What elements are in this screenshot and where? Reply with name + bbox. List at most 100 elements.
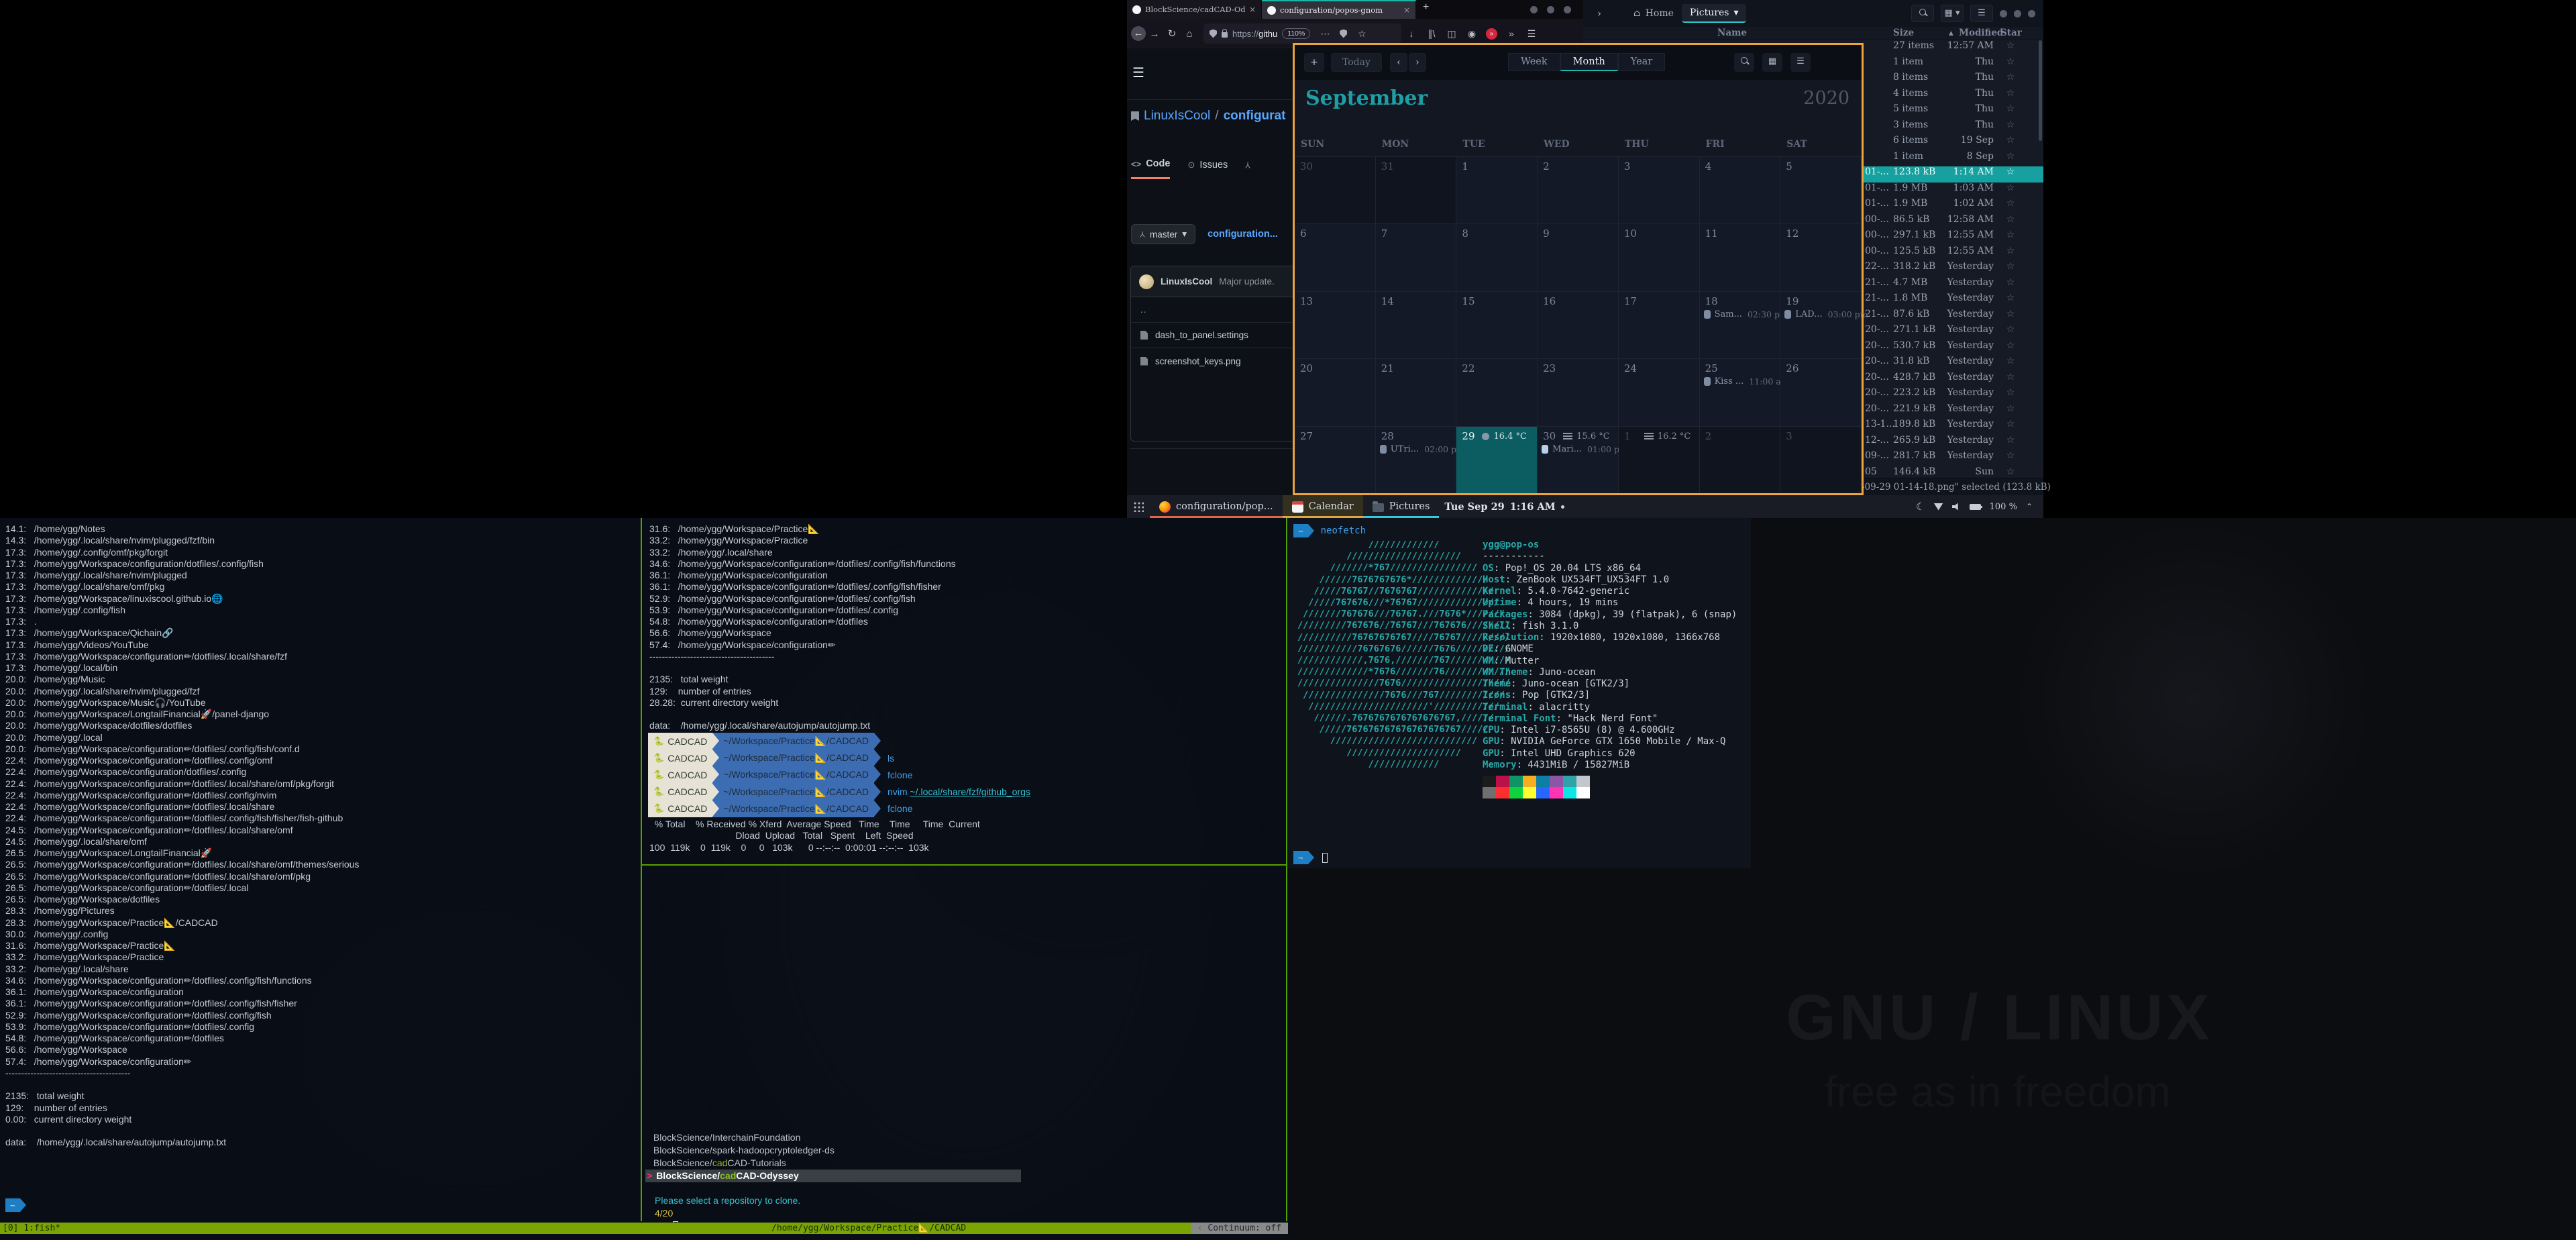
sidebar-icon[interactable]: ◫	[1442, 28, 1462, 40]
fzf-item[interactable]: >BlockScience/cadCAD-Odyssey	[645, 1170, 1021, 1182]
calendar-day-cell[interactable]: 12	[1780, 223, 1862, 291]
column-size[interactable]: Size	[1893, 28, 1914, 38]
star-icon[interactable]: ☆	[2004, 183, 2017, 193]
calendar-day-cell[interactable]: 9	[1538, 223, 1619, 291]
tracking-shield-icon[interactable]	[1210, 30, 1217, 38]
calendar-day-cell[interactable]: 22	[1456, 358, 1538, 425]
calendar-day-cell[interactable]: 2916.4 °C	[1456, 426, 1538, 493]
star-icon[interactable]: ☆	[2004, 72, 2017, 83]
repo-owner-link[interactable]: LinuxIsCool	[1144, 109, 1210, 123]
system-tray[interactable]: ☾ 100 % ⌃	[1916, 495, 2043, 518]
fzf-item[interactable]: BlockScience/cadCAD-Tutorials	[645, 1157, 1021, 1170]
tmux-session-window[interactable]: [0] 1:fish*	[3, 1223, 60, 1234]
calendar-day-cell[interactable]: 14	[1376, 291, 1457, 358]
calendar-day-cell[interactable]: 17	[1619, 291, 1700, 358]
star-icon[interactable]: ☆	[2004, 277, 2017, 288]
taskbar-item-calendar[interactable]: Calendar	[1283, 495, 1363, 518]
calendar-day-cell[interactable]: 8	[1456, 223, 1538, 291]
star-icon[interactable]: ☆	[2004, 466, 2017, 477]
star-icon[interactable]: ☆	[2004, 340, 2017, 351]
file-link[interactable]: screenshot_keys.png	[1155, 356, 1241, 366]
close-tab-icon[interactable]: ×	[1249, 5, 1256, 14]
overflow-icon[interactable]: »	[1501, 28, 1521, 39]
star-icon[interactable]: ☆	[2004, 166, 2017, 177]
taskbar-item-pictures[interactable]: Pictures	[1363, 495, 1440, 518]
calendar-day-cell[interactable]: 26	[1780, 358, 1862, 425]
zoom-level-badge[interactable]: 110%	[1282, 28, 1310, 39]
calendar-day-cell[interactable]: 18Sam...02:30 pm	[1700, 291, 1781, 358]
calendar-day-cell[interactable]: 23	[1538, 358, 1619, 425]
browser-tab-configuration[interactable]: configuration/popos-gnom ×	[1262, 0, 1416, 19]
tmux-pane-border[interactable]	[642, 864, 1287, 866]
calendar-day-cell[interactable]: 25Kiss ...11:00 am	[1700, 358, 1781, 425]
star-icon[interactable]: ☆	[2004, 435, 2017, 446]
star-icon[interactable]: ☆	[2004, 40, 2017, 51]
calendar-day-cell[interactable]: 3	[1780, 426, 1862, 493]
calendar-day-cell[interactable]: 21	[1376, 358, 1457, 425]
permissions-icon[interactable]	[1340, 30, 1347, 38]
maximize-button[interactable]	[2014, 10, 2021, 17]
calendar-day-cell[interactable]: 11	[1700, 223, 1781, 291]
scrollbar[interactable]	[2039, 40, 2042, 141]
extension-icon[interactable]: »	[1486, 28, 1497, 40]
star-icon[interactable]: ☆	[2004, 450, 2017, 461]
star-icon[interactable]: ☆	[2004, 387, 2017, 398]
calendar-event[interactable]: UTri...02:00 pm	[1380, 444, 1454, 454]
column-name[interactable]: Name	[1717, 28, 1747, 38]
calendar-day-cell[interactable]: 31	[1376, 156, 1457, 223]
neofetch-terminal-window[interactable]: ~ neofetch ///////////// ///////////////…	[1288, 518, 1751, 868]
branch-selector-button[interactable]: Y master ▾	[1131, 224, 1195, 244]
taskbar-item-configuration-pop-[interactable]: configuration/pop...	[1150, 495, 1283, 518]
star-icon[interactable]: ☆	[2004, 103, 2017, 114]
star-icon[interactable]: ☆	[2004, 403, 2017, 414]
calendar-day-cell[interactable]: 27	[1295, 426, 1376, 493]
minimize-button[interactable]	[1808, 57, 1817, 66]
calendar-day-cell[interactable]: 28UTri...02:00 pm	[1376, 426, 1457, 493]
next-month-button[interactable]: ›	[1409, 53, 1426, 72]
downloads-icon[interactable]: ↓	[1401, 28, 1421, 39]
home-button[interactable]: ⌂	[1181, 28, 1198, 40]
menu-button[interactable]: ☰	[1970, 5, 1993, 22]
maximize-button[interactable]	[1547, 6, 1554, 13]
column-star[interactable]: Star	[2000, 28, 2022, 38]
updir-link[interactable]: ..	[1140, 305, 1147, 315]
view-tab-year[interactable]: Year	[1618, 53, 1665, 71]
calendar-day-cell[interactable]: 30	[1295, 156, 1376, 223]
view-toggle-button[interactable]: ▦ ▾	[1941, 5, 1964, 22]
breadcrumb-pictures[interactable]: Pictures ▾	[1682, 4, 1747, 23]
calendar-day-cell[interactable]: 20	[1295, 358, 1376, 425]
breadcrumb-home[interactable]: ⌂ Home	[1625, 5, 1682, 22]
calendar-day-cell[interactable]: 24	[1619, 358, 1700, 425]
calendar-day-cell[interactable]: 6	[1295, 223, 1376, 291]
month-grid-button[interactable]: ▦	[1762, 53, 1782, 72]
star-icon[interactable]: ☆	[2004, 419, 2017, 429]
commit-author[interactable]: LinuxIsCool	[1161, 276, 1212, 287]
maximize-button[interactable]	[1825, 57, 1834, 66]
prev-month-button[interactable]: ‹	[1390, 53, 1407, 72]
tab-code[interactable]: <> Code	[1131, 158, 1170, 179]
calendar-day-cell[interactable]: 2	[1700, 426, 1781, 493]
star-icon[interactable]: ☆	[2004, 198, 2017, 209]
network-icon[interactable]	[1934, 503, 1943, 511]
account-icon[interactable]: ◉	[1462, 28, 1482, 40]
path-breadcrumb-link[interactable]: configuration...	[1208, 229, 1278, 240]
calendar-day-cell[interactable]: 19LAD...03:00 pm	[1780, 291, 1862, 358]
minimize-button[interactable]	[1530, 6, 1538, 13]
reload-button[interactable]: ↻	[1163, 28, 1181, 40]
page-actions-icon[interactable]: ⋯	[1315, 28, 1335, 40]
star-icon[interactable]: ☆	[2004, 135, 2017, 146]
star-icon[interactable]: ☆	[2004, 261, 2017, 272]
calendar-day-cell[interactable]: 4	[1700, 156, 1781, 223]
close-button[interactable]	[1564, 6, 1571, 13]
github-hamburger-icon[interactable]: ☰	[1132, 64, 1144, 81]
fzf-item[interactable]: BlockScience/InterchainFoundation	[645, 1131, 1021, 1144]
calendar-day-cell[interactable]: 1	[1456, 156, 1538, 223]
calendar-day-cell[interactable]: 16	[1538, 291, 1619, 358]
search-button[interactable]	[1734, 53, 1754, 72]
new-tab-button[interactable]: +	[1416, 0, 1436, 19]
star-icon[interactable]: ☆	[2004, 151, 2017, 162]
repo-name-link[interactable]: configurat	[1224, 109, 1286, 123]
clock[interactable]: Tue Sep 29 1:16 AM	[1444, 495, 1564, 518]
calendar-day-cell[interactable]: 5	[1780, 156, 1862, 223]
tab-issues[interactable]: ⊙ Issues	[1187, 158, 1228, 179]
